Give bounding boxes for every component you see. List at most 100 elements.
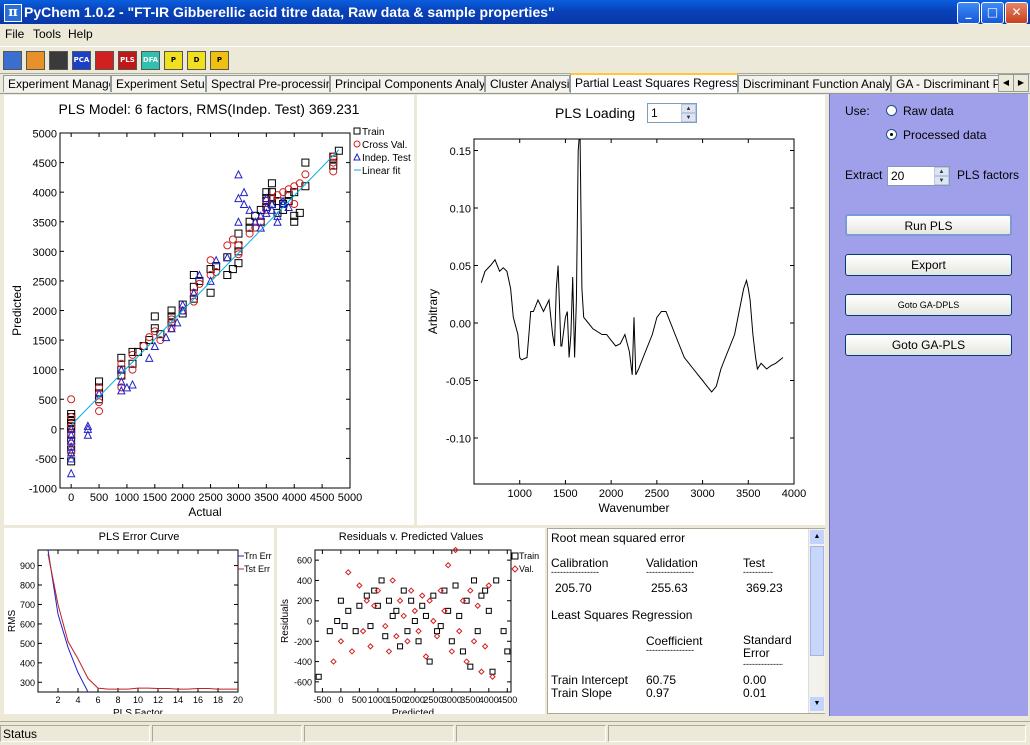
tab-principal-components-analysis[interactable]: Principal Components Analysis — [330, 75, 485, 92]
data-point-diamond — [470, 638, 478, 645]
data-point-diamond — [474, 602, 481, 609]
y-tick-label: -400 — [294, 657, 312, 667]
tab-ga-discriminant-pl[interactable]: GA - Discriminant PL — [891, 75, 1001, 92]
data-point-circle — [228, 235, 237, 244]
data-point-diamond — [359, 627, 367, 635]
pls-loading-chart: 1000 1500 2000 2500 3000 3500 4000 -0.10 -0.05 0.… — [426, 138, 806, 515]
x-tick-label: 1000 — [115, 492, 139, 504]
scroll-thumb[interactable] — [810, 546, 824, 656]
y-axis-label: RMS — [7, 610, 18, 633]
ga-dfa-icon[interactable]: P — [210, 51, 229, 70]
data-point-diamond — [393, 633, 400, 640]
run-pls-button[interactable]: Run PLS — [845, 214, 1012, 236]
data-point-square — [353, 127, 361, 135]
maximize-button[interactable]: □ — [981, 2, 1004, 24]
menu-tools[interactable]: Tools — [33, 27, 61, 41]
processed-data-radio[interactable] — [886, 129, 897, 140]
x-tick-label: 1000 — [368, 695, 388, 705]
data-point-square — [415, 638, 422, 645]
status-cell — [304, 725, 454, 742]
data-point-diamond — [385, 648, 393, 655]
data-point-diamond — [511, 565, 519, 573]
data-point-square — [301, 158, 310, 167]
data-point-triangle — [234, 217, 243, 226]
data-point-diamond — [337, 638, 345, 645]
y-tick-label: 0.05 — [450, 261, 471, 273]
x-tick-label: 1000 — [507, 488, 531, 500]
tab-cluster-analysis[interactable]: Cluster Analysis — [485, 75, 570, 92]
data-point-square — [393, 607, 400, 614]
y-tick-label: -200 — [294, 637, 312, 647]
status-cell — [456, 725, 606, 742]
data-point-square — [467, 663, 474, 670]
data-point-circle — [234, 250, 243, 259]
data-point-square — [474, 628, 481, 635]
save-icon[interactable] — [3, 51, 22, 70]
y-tick-label: 400 — [20, 658, 35, 668]
y-tick-label: 600 — [20, 619, 35, 629]
goto-ga-dpls-button[interactable]: Goto GA-DPLS — [845, 294, 1012, 316]
cluster-icon[interactable] — [95, 51, 114, 70]
tab-discriminant-function-analysis[interactable]: Discriminant Function Analysis — [738, 75, 891, 92]
x-tick-label: 3000 — [226, 492, 250, 504]
plot-frame — [314, 549, 512, 693]
spin-up-icon[interactable]: ▲ — [934, 167, 949, 176]
y-tick-label: 3000 — [33, 247, 57, 259]
raw-data-label[interactable]: Raw data — [903, 104, 954, 118]
x-tick-label: 0 — [338, 695, 343, 705]
data-point-square — [411, 618, 418, 624]
flask-icon[interactable] — [26, 51, 45, 70]
raw-data-radio[interactable] — [886, 105, 897, 116]
spectra-icon[interactable] — [49, 51, 68, 70]
data-point-diamond — [456, 627, 463, 635]
tab-partial-least-squares-regression[interactable]: Partial Least Squares Regression — [570, 73, 738, 93]
legend-label: Trn Err — [244, 551, 272, 561]
use-label: Use: — [845, 104, 870, 118]
data-point-diamond — [459, 597, 467, 604]
dfa-icon[interactable]: DFA — [141, 51, 160, 70]
tab-experiment-setup[interactable]: Experiment Setup — [111, 75, 206, 92]
data-point-square — [434, 628, 441, 635]
window-title: PyChem 1.0.2 - "FT-IR Gibberellic acid t… — [24, 4, 555, 20]
ga-pls-icon[interactable]: P — [164, 51, 183, 70]
extract-factors-spinner[interactable]: 20 ▲ ▼ — [887, 166, 950, 186]
close-button[interactable]: ✕ — [1005, 2, 1028, 24]
status-text: Status — [3, 727, 38, 741]
spin-down-icon[interactable]: ▼ — [934, 176, 949, 185]
pca-icon[interactable]: PCA — [72, 51, 91, 70]
lsr-underline: ---------------- — [646, 645, 694, 655]
goto-ga-pls-button[interactable]: Goto GA-PLS — [845, 334, 1012, 356]
data-point-diamond — [348, 648, 356, 655]
ga-d-icon[interactable]: D — [187, 51, 206, 70]
menu-help[interactable]: Help — [68, 27, 93, 41]
data-point-square — [419, 602, 426, 609]
data-point-square — [389, 612, 396, 619]
scroll-down-icon[interactable]: ▼ — [810, 697, 824, 711]
data-point-triangle — [239, 187, 249, 197]
legend-label: Linear fit — [362, 166, 401, 177]
data-point-triangle — [234, 169, 243, 179]
minimize-button[interactable]: _ — [957, 2, 980, 24]
tab-experiment-manager[interactable]: Experiment Manager — [3, 75, 111, 92]
data-point-circle — [145, 333, 154, 342]
x-tick-label: 5000 — [338, 492, 362, 504]
processed-data-label[interactable]: Processed data — [903, 128, 986, 142]
lsr-col-std-error: Standard Error — [743, 633, 792, 660]
data-point-diamond — [415, 627, 422, 635]
y-tick-label: 1000 — [33, 365, 57, 377]
scroll-up-icon[interactable]: ▲ — [810, 530, 824, 544]
x-tick-label: 16 — [193, 695, 203, 705]
tab-scroll-left-icon[interactable]: ◀ — [998, 74, 1014, 92]
rmse-scrollbar[interactable]: ▲ ▼ — [808, 529, 825, 713]
legend-label: Indep. Test — [362, 153, 411, 164]
data-point-square — [385, 597, 392, 604]
pls-icon[interactable]: PLS — [118, 51, 137, 70]
pls-model-panel: PLS Model: 6 factors, RMS(Indep. Test) 3… — [4, 95, 414, 525]
y-tick-label: 600 — [297, 556, 312, 566]
data-point-square — [352, 628, 359, 635]
menu-file[interactable]: File — [5, 27, 24, 41]
tab-spectral-pre-processing[interactable]: Spectral Pre-processing — [206, 75, 330, 92]
tab-scroll-right-icon[interactable]: ▶ — [1013, 74, 1029, 92]
data-point-square — [426, 658, 433, 665]
export-button[interactable]: Export — [845, 254, 1012, 276]
